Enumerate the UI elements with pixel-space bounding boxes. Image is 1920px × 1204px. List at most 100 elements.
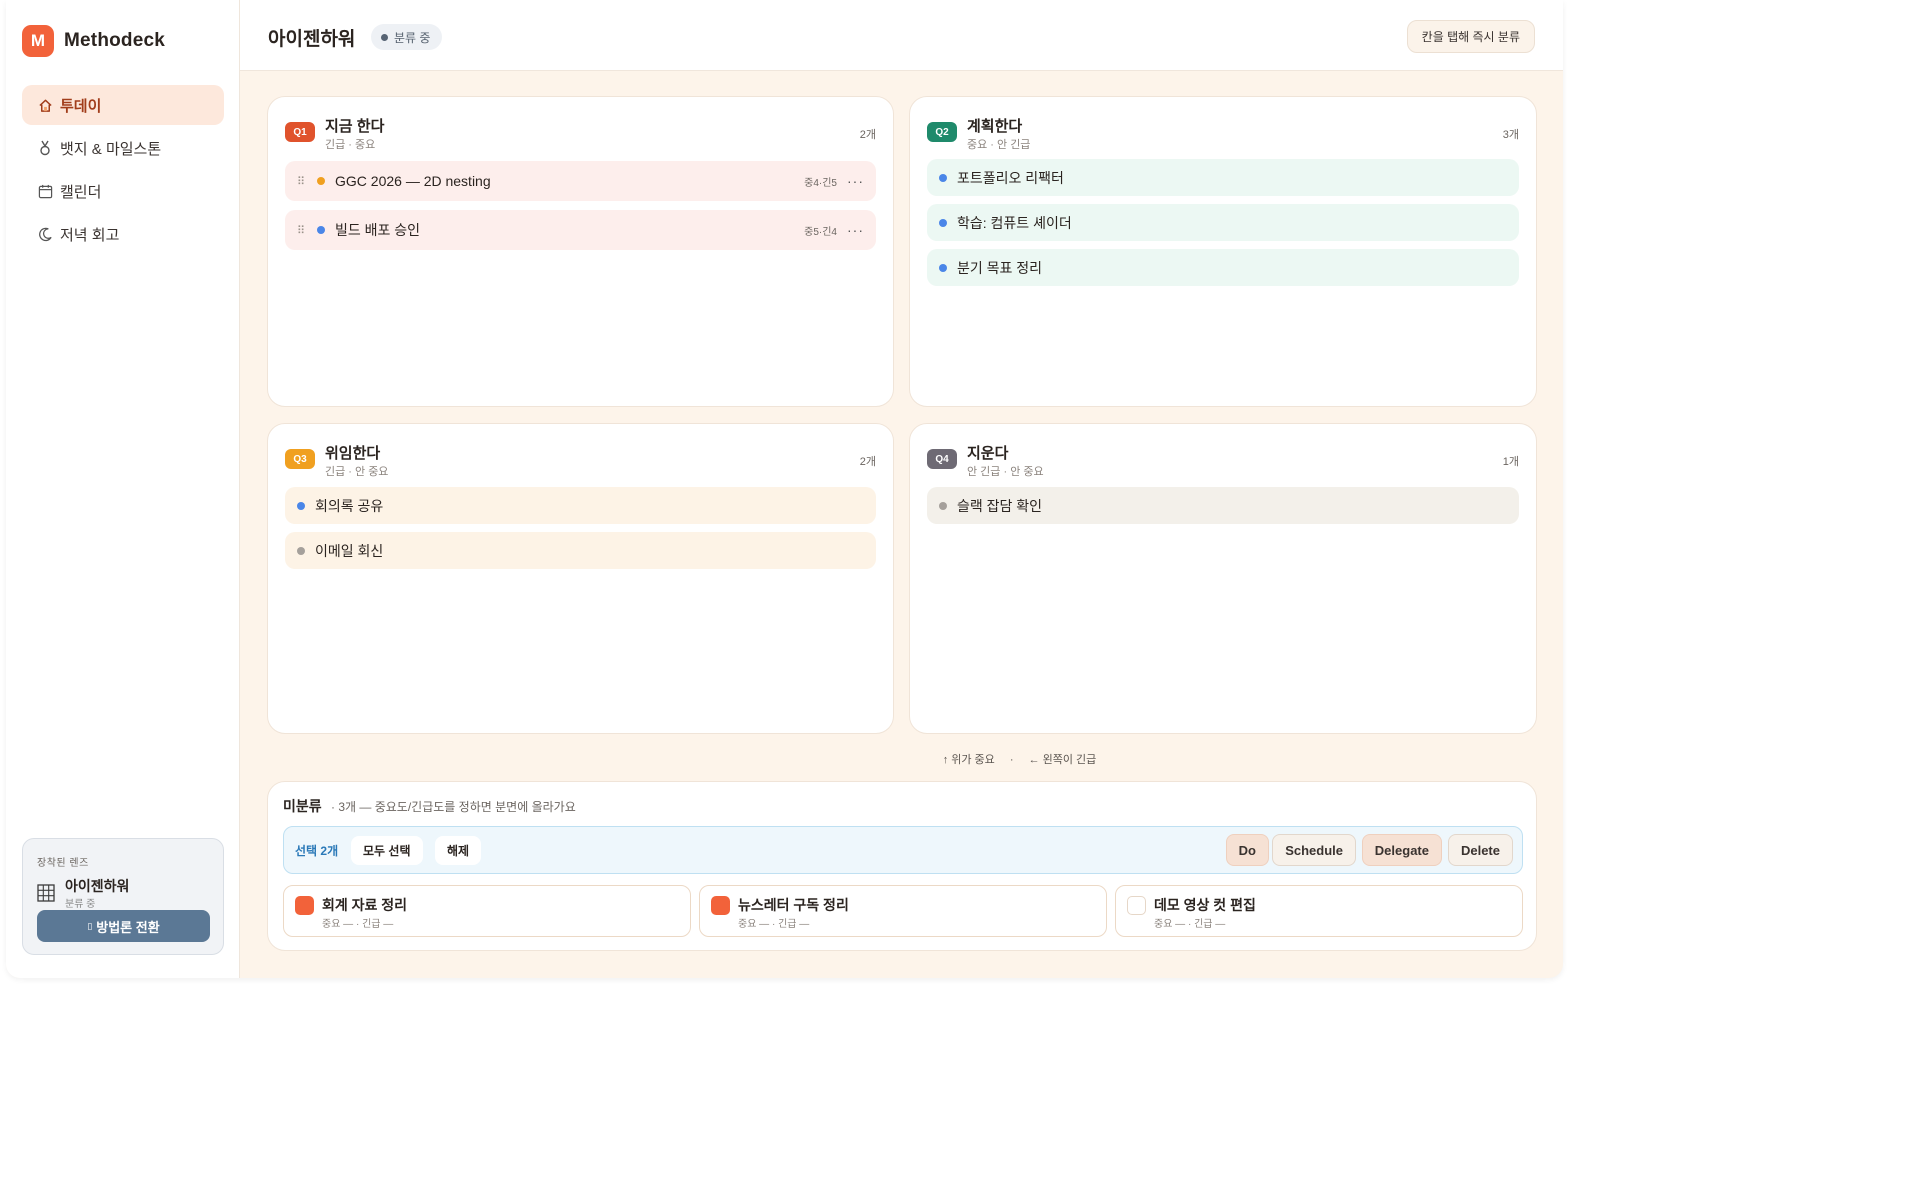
task-score: 중5·긴4: [804, 226, 837, 238]
task-item[interactable]: 학습: 컴퓨트 셰이더: [927, 204, 1519, 241]
task-item[interactable]: 분기 목표 정리: [927, 249, 1519, 286]
sidebar-item-label: 저녁 회고: [60, 226, 120, 244]
quadrant-badge: Q1: [285, 122, 315, 142]
clear-selection-button[interactable]: 해제: [435, 836, 482, 865]
sidebar-item-calendar[interactable]: 캘린더: [22, 171, 224, 211]
quadrant-q2[interactable]: Q2 계획한다 중요 · 안 긴급 3개 포트폴리오 리팩터 학습: 컴퓨트 셰…: [909, 96, 1537, 407]
tap-to-classify-button[interactable]: 칸을 탭해 즉시 분류: [1406, 20, 1535, 53]
card-title: 데모 영상 컷 편집: [1154, 897, 1256, 913]
sidebar-item-label: 캘린더: [60, 183, 102, 201]
priority-dot-icon: [317, 177, 325, 185]
status-badge-label: 분류 중: [394, 30, 431, 45]
delegate-button[interactable]: Delegate: [1361, 834, 1442, 866]
do-button[interactable]: Do: [1225, 834, 1269, 866]
priority-dot-icon: [939, 263, 947, 272]
priority-dot-icon: [297, 501, 305, 510]
card-title: 뉴스레터 구독 정리: [738, 897, 849, 913]
unsorted-title: 미분류: [283, 798, 322, 814]
selected-count: 선택 2개: [295, 844, 339, 858]
card-meta: 중요 — · 긴급 —: [322, 919, 394, 930]
equipped-lens-card: 장착된 렌즈 아이젠하워 분류 중 ▯ 방법론 전환: [22, 838, 224, 955]
bulk-action-bar: 선택 2개 모두 선택 해제 Do Schedule Delegate Dele…: [283, 826, 1523, 874]
sidebar-item-label: 투데이: [60, 97, 102, 115]
drag-handle-icon[interactable]: ⠿: [297, 224, 311, 237]
quadrant-task-list: 회의록 공유 이메일 회신: [285, 487, 876, 577]
task-label: GGC 2026 — 2D nesting: [335, 173, 491, 189]
task-item[interactable]: 이메일 회신: [285, 532, 876, 569]
drag-handle-icon[interactable]: ⠿: [297, 175, 311, 188]
axis-hint-separator: ·: [1009, 754, 1014, 766]
axis-hint-urgency: ← 왼쪽이 긴급: [1028, 754, 1097, 766]
sidebar-item-evening-review[interactable]: 저녁 회고: [22, 214, 224, 254]
quadrant-subtitle: 긴급 · 안 중요: [325, 466, 389, 478]
brand-name: Methodeck: [64, 30, 166, 51]
quadrant-subtitle: 긴급 · 중요: [325, 139, 376, 151]
priority-dot-icon: [297, 546, 305, 555]
sidebar-item-today[interactable]: 투데이: [22, 85, 224, 125]
task-label: 회의록 공유: [315, 497, 384, 514]
unsorted-card[interactable]: 뉴스레터 구독 정리 중요 — · 긴급 —: [699, 885, 1107, 937]
quadrant-q1[interactable]: Q1 지금 한다 긴급 · 중요 2개 ⠿ GGC 2026 — 2D nest…: [267, 96, 894, 407]
grid-icon: [37, 884, 55, 902]
sidebar-nav: 투데이 뱃지 & 마일스톤 캘린더 저녁 회고: [22, 85, 224, 257]
task-score: 중4·긴5: [804, 177, 837, 189]
unsorted-card[interactable]: 회계 자료 정리 중요 — · 긴급 —: [283, 885, 691, 937]
quadrant-q4[interactable]: Q4 지운다 안 긴급 · 안 중요 1개 슬랙 잡담 확인: [909, 423, 1537, 734]
medal-icon: [37, 140, 53, 156]
brand[interactable]: M Methodeck: [22, 25, 165, 57]
quadrant-q3[interactable]: Q3 위임한다 긴급 · 안 중요 2개 회의록 공유 이메일 회신: [267, 423, 894, 734]
quadrant-count: 3개: [1502, 129, 1519, 141]
quadrant-title: 계획한다: [967, 118, 1023, 135]
swap-icon: ▯: [87, 920, 93, 931]
page-title: 아이젠하워: [268, 29, 356, 50]
checkbox-checked[interactable]: [295, 896, 314, 915]
quadrant-title: 지운다: [967, 445, 1009, 462]
priority-dot-icon: [939, 173, 947, 182]
quadrant-badge: Q2: [927, 122, 957, 142]
quadrant-count: 2개: [859, 129, 876, 141]
axis-hint: ↑ 위가 중요 · ← 왼쪽이 긴급: [6, 751, 1563, 767]
status-badge: 분류 중: [371, 24, 443, 50]
quadrant-task-list: 슬랙 잡담 확인: [927, 487, 1519, 533]
sidebar: M Methodeck 투데이 뱃지 & 마일스톤 캘린더 저녁 회고 장착된 …: [6, 0, 240, 978]
quadrant-title: 위임한다: [325, 445, 381, 462]
quadrant-count: 1개: [1502, 456, 1519, 468]
unsorted-description: · 3개 — 중요도/긴급도를 정하면 분면에 올라가요: [331, 800, 576, 814]
quadrant-subtitle: 중요 · 안 긴급: [967, 139, 1031, 151]
quadrant-count: 2개: [859, 456, 876, 468]
task-label: 빌드 배포 승인: [335, 222, 421, 238]
app-window: M Methodeck 투데이 뱃지 & 마일스톤 캘린더 저녁 회고 장착된 …: [6, 0, 1563, 978]
task-label: 학습: 컴퓨트 셰이더: [957, 214, 1072, 231]
priority-dot-icon: [317, 226, 325, 234]
moon-icon: [37, 227, 53, 242]
quadrant-subtitle: 안 긴급 · 안 중요: [967, 466, 1044, 478]
quadrant-title: 지금 한다: [325, 118, 385, 135]
lens-status: 분류 중: [65, 899, 96, 910]
page-header: 아이젠하워 분류 중 칸을 탭해 즉시 분류: [240, 0, 1563, 71]
quadrant-task-list: ⠿ GGC 2026 — 2D nesting 중4·긴5 ··· ⠿ 빌드 배…: [285, 161, 876, 259]
checkbox-checked[interactable]: [711, 896, 730, 915]
calendar-icon: [37, 184, 53, 199]
switch-methodology-button[interactable]: ▯ 방법론 전환: [37, 910, 210, 942]
priority-dot-icon: [939, 501, 947, 510]
schedule-button[interactable]: Schedule: [1272, 834, 1356, 866]
task-item[interactable]: ⠿ GGC 2026 — 2D nesting 중4·긴5 ···: [285, 161, 876, 201]
sidebar-item-badges[interactable]: 뱃지 & 마일스톤: [22, 128, 224, 168]
task-item[interactable]: 슬랙 잡담 확인: [927, 487, 1519, 524]
delete-button[interactable]: Delete: [1447, 834, 1513, 866]
unsorted-card[interactable]: 데모 영상 컷 편집 중요 — · 긴급 —: [1115, 885, 1523, 937]
select-all-button[interactable]: 모두 선택: [351, 836, 423, 865]
lens-name: 아이젠하워: [65, 878, 130, 894]
switch-methodology-label: 방법론 전환: [96, 919, 160, 935]
task-label: 이메일 회신: [315, 542, 384, 559]
task-item[interactable]: 회의록 공유: [285, 487, 876, 524]
card-title: 회계 자료 정리: [322, 897, 408, 913]
quadrant-badge: Q3: [285, 449, 315, 469]
axis-hint-importance: ↑ 위가 중요: [942, 754, 995, 766]
more-options-icon[interactable]: ···: [847, 222, 864, 238]
home-icon: [37, 98, 53, 113]
task-item[interactable]: 포트폴리오 리팩터: [927, 159, 1519, 196]
more-options-icon[interactable]: ···: [847, 173, 864, 189]
checkbox-unchecked[interactable]: [1127, 896, 1146, 915]
task-item[interactable]: ⠿ 빌드 배포 승인 중5·긴4 ···: [285, 210, 876, 250]
